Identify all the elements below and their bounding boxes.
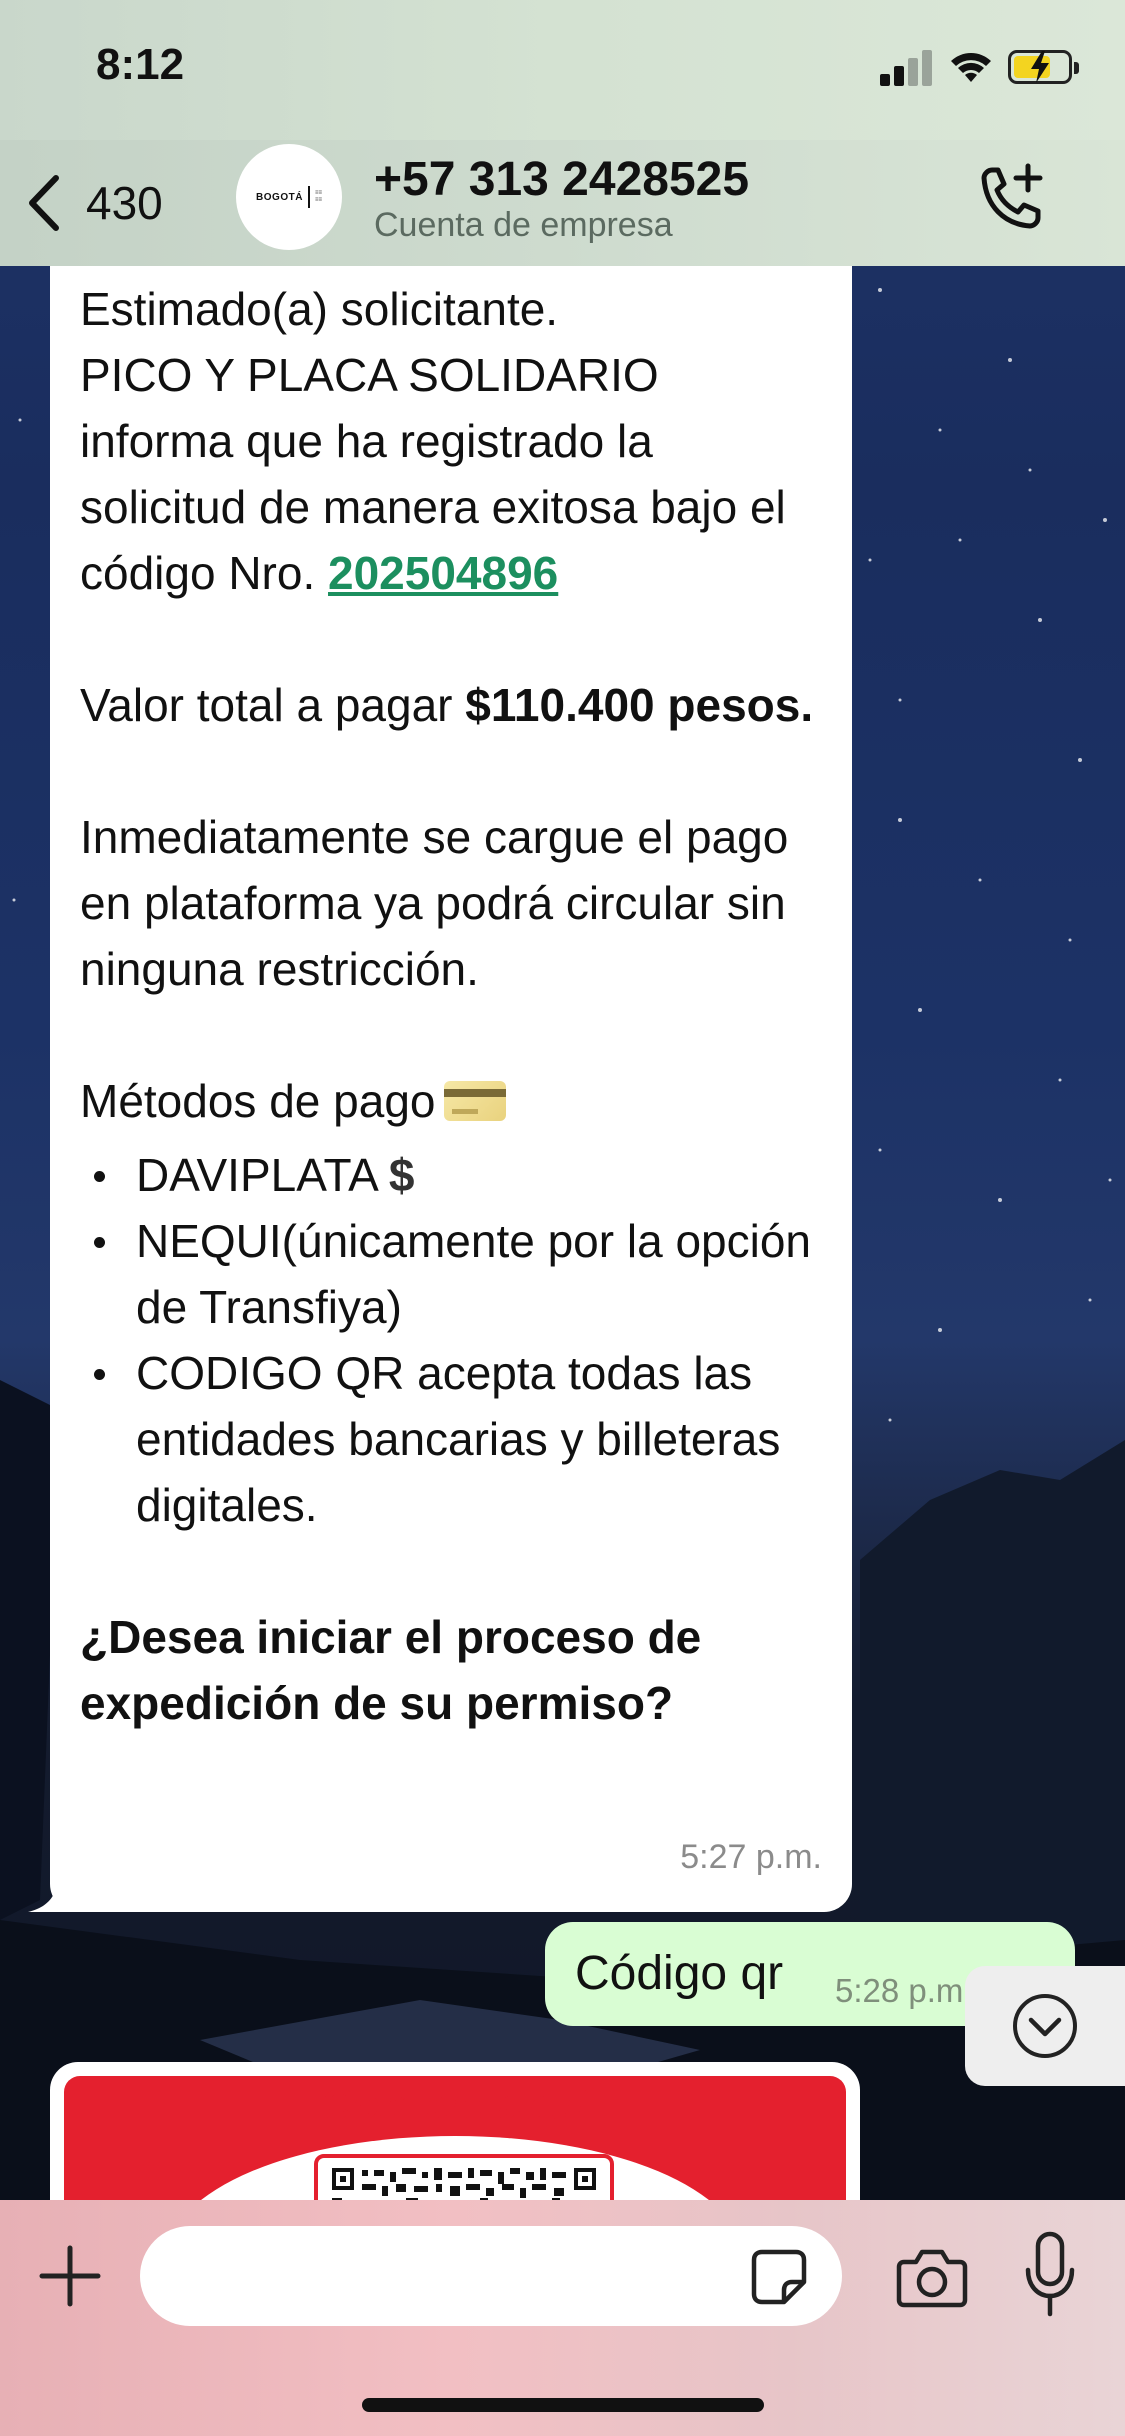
- incoming-message-bubble[interactable]: Estimado(a) solicitante. PICO Y PLACA SO…: [28, 266, 852, 1912]
- message-question: ¿Desea iniciar el proceso de expedición …: [80, 1611, 702, 1729]
- avatar-logo-text: BOGOTÁ: [256, 191, 303, 203]
- chat-messages[interactable]: Estimado(a) solicitante. PICO Y PLACA SO…: [0, 266, 1125, 2200]
- method-daviplata: DAVIPLATA: [136, 1149, 379, 1201]
- outgoing-message-text: Código qr: [575, 1947, 784, 2000]
- phone-add-icon[interactable]: [970, 160, 1050, 240]
- sticker-icon[interactable]: [748, 2246, 810, 2308]
- status-time: 8:12: [96, 40, 185, 89]
- chat-header: 430 BOGOTÁ ≡≡ ≡≡ +57 313 2428525 Cuenta d…: [0, 140, 1125, 266]
- message-total: Valor total a pagar $110.400 pesos.: [80, 672, 822, 738]
- method-qr: CODIGO QR acepta todas las entidades ban…: [136, 1347, 781, 1531]
- payment-methods-title: Métodos de pago: [80, 1068, 822, 1134]
- message-circulate: Inmediatamente se cargue el pago en plat…: [80, 811, 789, 995]
- list-item: NEQUI(únicamente por la opción de Transf…: [80, 1208, 822, 1340]
- credit-card-icon: [443, 1081, 506, 1121]
- message-timestamp: 5:27 p.m.: [680, 1838, 822, 1876]
- total-amount: $110.400 pesos.: [465, 679, 814, 731]
- contact-subtitle: Cuenta de empresa: [374, 206, 673, 244]
- chevron-left-icon: [29, 175, 59, 231]
- message-registered: PICO Y PLACA SOLIDARIO informa que ha re…: [80, 342, 822, 606]
- microphone-icon[interactable]: [1022, 2230, 1078, 2322]
- plus-icon[interactable]: [36, 2242, 104, 2310]
- message-greeting: Estimado(a) solicitante.: [80, 283, 559, 335]
- status-bar: 8:12: [0, 0, 1125, 140]
- qr-image-title: Compre aquí: [320, 2080, 590, 2129]
- list-item: CODIGO QR acepta todas las entidades ban…: [80, 1340, 822, 1538]
- total-label: Valor total a pagar: [80, 679, 466, 731]
- unread-count: 430: [86, 177, 163, 229]
- bubble-tail: [28, 1862, 88, 1912]
- payment-methods-label: Métodos de pago: [80, 1075, 436, 1127]
- chevron-down-icon: [1013, 1994, 1077, 2058]
- back-button[interactable]: 430: [24, 168, 163, 238]
- wifi-icon: [951, 53, 991, 82]
- home-indicator: [362, 2398, 764, 2412]
- method-nequi: NEQUI(únicamente por la opción de Transf…: [136, 1215, 811, 1333]
- payment-methods-list: DAVIPLATA $ NEQUI(únicamente por la opció…: [80, 1142, 822, 1538]
- qr-image-banner: Compre aquí: [64, 2076, 846, 2200]
- scroll-to-bottom-button[interactable]: [965, 1966, 1125, 2086]
- camera-icon[interactable]: [896, 2244, 968, 2310]
- battery-charging-icon: [1008, 50, 1079, 84]
- message-input-bar: [0, 2200, 1125, 2436]
- list-item: DAVIPLATA $: [80, 1142, 822, 1208]
- dollar-icon: $: [388, 1149, 415, 1201]
- qr-code-image: [314, 2154, 614, 2200]
- outgoing-timestamp: 5:28 p.m.: [835, 1972, 973, 2009]
- cellular-signal-icon: [880, 50, 934, 86]
- contact-avatar[interactable]: BOGOTÁ ≡≡ ≡≡: [236, 144, 342, 250]
- message-input[interactable]: [140, 2226, 842, 2326]
- contact-name[interactable]: +57 313 2428525: [374, 152, 749, 207]
- qr-image-message[interactable]: Compre aquí: [50, 2062, 860, 2200]
- request-code-link[interactable]: 202504896: [328, 547, 558, 599]
